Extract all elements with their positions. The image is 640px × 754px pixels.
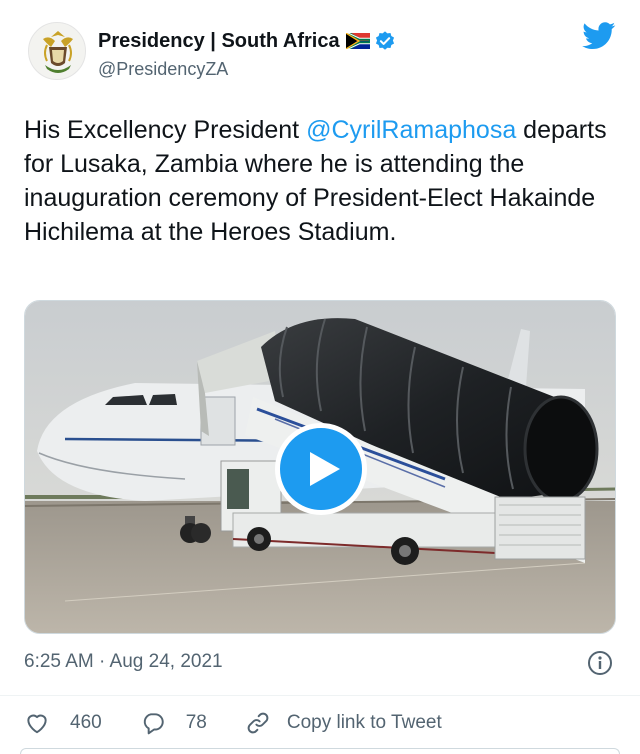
tweet-text: His Excellency President @CyrilRamaphosa… xyxy=(24,113,614,249)
avatar[interactable] xyxy=(28,22,86,80)
coat-of-arms-icon xyxy=(43,31,73,73)
like-count: 460 xyxy=(70,712,102,733)
copy-link-label: Copy link to Tweet xyxy=(286,712,442,733)
mention-link[interactable]: @CyrilRamaphosa xyxy=(306,116,516,144)
link-icon xyxy=(247,712,269,734)
tweet-author: Presidency | South Africa @PresidencyZA xyxy=(98,28,396,84)
author-display-name[interactable]: Presidency | South Africa xyxy=(98,30,340,53)
author-handle[interactable]: @PresidencyZA xyxy=(98,59,396,80)
verified-badge-icon xyxy=(374,30,396,52)
play-button[interactable] xyxy=(275,423,367,515)
reply-button[interactable]: 78 xyxy=(140,710,207,736)
tweet-timestamp[interactable]: 6:25 AM · Aug 24, 2021 xyxy=(24,651,223,673)
video-media[interactable] xyxy=(24,300,616,634)
author-name-row: Presidency | South Africa xyxy=(98,28,396,54)
twitter-bird-icon[interactable] xyxy=(582,22,616,50)
tweet-card: Presidency | South Africa @PresidencyZA xyxy=(0,0,640,754)
info-icon[interactable] xyxy=(587,650,613,676)
like-button[interactable]: 460 xyxy=(24,710,102,736)
divider xyxy=(0,695,640,696)
next-card-edge xyxy=(20,748,620,754)
copy-link-button[interactable]: Copy link to Tweet xyxy=(245,710,442,736)
south-africa-flag-icon xyxy=(345,32,371,50)
reply-count: 78 xyxy=(185,712,207,733)
tweet-text-part1: His Excellency President xyxy=(24,116,307,144)
tweet-actions: 460 78 Copy link to Tweet xyxy=(24,706,480,740)
reply-icon xyxy=(143,713,164,735)
play-icon xyxy=(310,452,340,486)
heart-icon xyxy=(27,714,47,734)
